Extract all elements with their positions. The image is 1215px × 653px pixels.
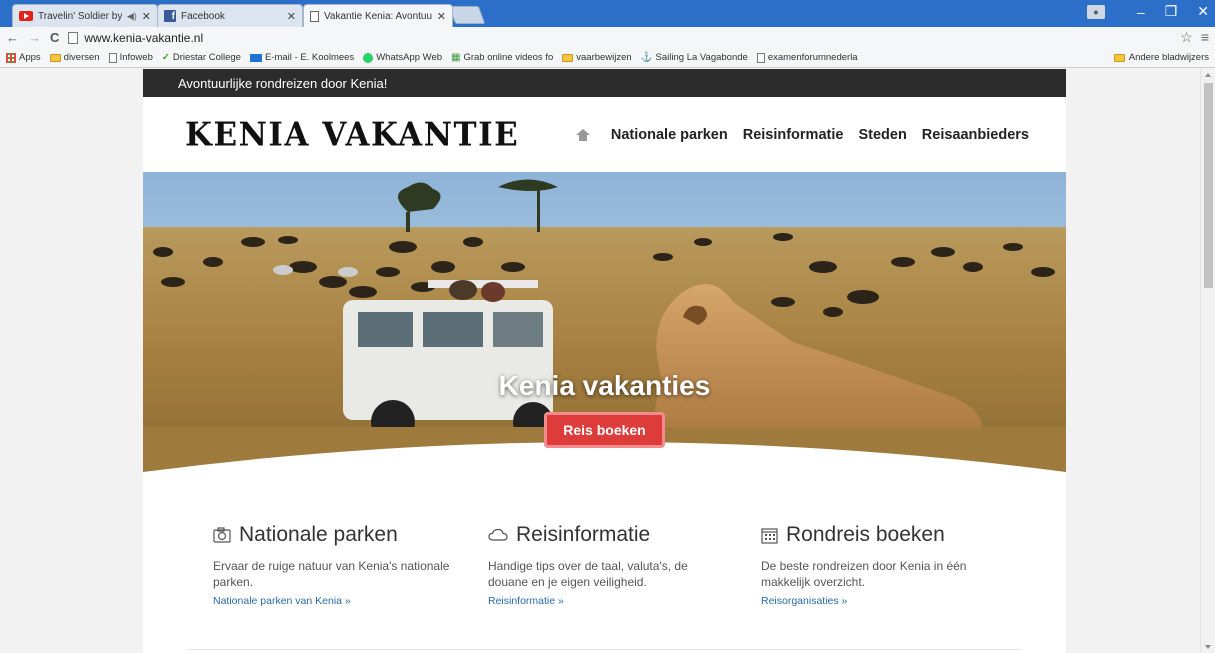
url-text: www.kenia-vakantie.nl xyxy=(84,30,204,45)
bookmark-diversen[interactable]: diversen xyxy=(49,52,100,63)
bookmark-grab-videos[interactable]: ▦ Grab online videos fo xyxy=(451,52,553,63)
tagline-bar: Avontuurlijke rondreizen door Kenia! xyxy=(143,69,1066,97)
youtube-icon xyxy=(19,11,33,21)
url-input[interactable]: www.kenia-vakantie.nl xyxy=(68,29,1171,47)
close-tab-icon[interactable]: ✕ xyxy=(287,10,296,23)
feature-title: Rondreis boeken xyxy=(786,523,945,546)
feature-national-parks: Nationale parken Ervaar de ruige natuur … xyxy=(213,522,453,607)
close-tab-icon[interactable]: ✕ xyxy=(437,10,446,23)
feature-travel-info: Reisinformatie Handige tips over de taal… xyxy=(488,522,728,607)
browser-tab-facebook[interactable]: f Facebook ✕ xyxy=(157,4,303,27)
bookmark-whatsapp[interactable]: WhatsApp Web xyxy=(363,52,442,63)
feature-description: De beste rondreizen door Kenia in één ma… xyxy=(761,559,967,589)
main-navigation: Nationale parken Reisinformatie Steden R… xyxy=(575,127,1029,143)
browser-tab-strip: Travelin' Soldier by the ◀) ✕ f Facebook… xyxy=(0,0,1215,27)
bookmark-vaarbewijzen[interactable]: vaarbewijzen xyxy=(562,52,632,63)
driestar-icon: ✓ xyxy=(161,52,170,63)
tab-title: Travelin' Soldier by the xyxy=(38,10,122,22)
feature-book-tour: Rondreis boeken De beste rondreizen door… xyxy=(761,522,1001,607)
mail-icon xyxy=(249,53,262,62)
browser-tab-youtube[interactable]: Travelin' Soldier by the ◀) ✕ xyxy=(12,4,158,27)
feature-title: Reisinformatie xyxy=(516,523,651,546)
document-icon xyxy=(108,52,117,63)
hero-banner: Kenia vakanties Reis boeken xyxy=(143,172,1066,480)
close-tab-icon[interactable]: ✕ xyxy=(142,10,151,23)
video-icon: ▦ xyxy=(451,52,461,63)
whatsapp-icon xyxy=(363,52,374,63)
page-viewport: Avontuurlijke rondreizen door Kenia! KEN… xyxy=(0,69,1215,653)
nav-reisinformatie[interactable]: Reisinformatie xyxy=(743,127,844,143)
bookmark-other[interactable]: Andere bladwijzers xyxy=(1113,52,1209,63)
site-header: KENIA VAKANTIE Nationale parken Reisinfo… xyxy=(143,97,1066,172)
folder-icon xyxy=(562,53,574,62)
website-container: Avontuurlijke rondreizen door Kenia! KEN… xyxy=(143,69,1066,653)
home-icon[interactable] xyxy=(575,128,590,141)
book-trip-button[interactable]: Reis boeken xyxy=(544,412,665,448)
hero-title: Kenia vakanties xyxy=(498,370,711,401)
folder-icon xyxy=(1113,53,1125,62)
forward-arrow-icon[interactable]: → xyxy=(28,30,41,45)
browser-tab-kenia-vakantie[interactable]: Vakantie Kenia: Avontuurl ✕ xyxy=(303,4,453,27)
scrollbar-thumb[interactable] xyxy=(1204,83,1213,288)
document-icon xyxy=(756,52,765,63)
bookmark-star-icon[interactable]: ☆ xyxy=(1180,29,1193,46)
tagline: Avontuurlijke rondreizen door Kenia! xyxy=(178,75,388,91)
scroll-up-icon[interactable] xyxy=(1205,73,1211,77)
calendar-icon xyxy=(761,527,778,544)
tab-title: Vakantie Kenia: Avontuurl xyxy=(324,10,432,22)
page-info-icon[interactable] xyxy=(68,31,79,44)
tour-operators-link[interactable]: Reisorganisaties » xyxy=(761,595,1001,607)
new-tab-button[interactable] xyxy=(448,6,486,24)
camera-icon xyxy=(213,527,231,543)
audio-icon[interactable]: ◀) xyxy=(127,11,137,22)
tab-title: Facebook xyxy=(181,10,225,22)
window-controls: ● – ❐ ✕ xyxy=(1086,3,1209,20)
national-parks-link[interactable]: Nationale parken van Kenia » xyxy=(213,595,453,607)
feature-description: Ervaar de ruige natuur van Kenia's natio… xyxy=(213,559,450,589)
folder-icon xyxy=(49,53,61,62)
bookmark-email[interactable]: E-mail - E. Koolmees xyxy=(249,52,354,63)
maximize-icon[interactable]: ❐ xyxy=(1165,3,1178,20)
site-logo[interactable]: KENIA VAKANTIE xyxy=(185,116,519,154)
vertical-scrollbar[interactable] xyxy=(1200,69,1215,653)
bookmark-sailing[interactable]: ⚓ Sailing La Vagabonde xyxy=(641,52,748,63)
nav-steden[interactable]: Steden xyxy=(858,127,906,143)
section-divider xyxy=(188,649,1021,650)
bookmarks-bar: Apps diversen Infoweb ✓ Driestar College … xyxy=(0,48,1215,68)
bookmark-driestar[interactable]: ✓ Driestar College xyxy=(162,52,241,63)
bookmark-infoweb[interactable]: Infoweb xyxy=(108,52,153,63)
minimize-icon[interactable]: – xyxy=(1137,4,1145,20)
bookmark-examenforum[interactable]: examenforumnederla xyxy=(756,52,858,63)
feature-description: Handige tips over de taal, valuta's, de … xyxy=(488,559,688,589)
bookmark-apps[interactable]: Apps xyxy=(6,52,41,63)
apps-icon xyxy=(6,52,16,63)
feature-title: Nationale parken xyxy=(239,523,398,546)
scroll-down-icon[interactable] xyxy=(1205,645,1211,649)
user-profile-icon[interactable]: ● xyxy=(1086,4,1105,19)
travel-info-link[interactable]: Reisinformatie » xyxy=(488,595,728,607)
facebook-icon: f xyxy=(164,10,176,22)
cloud-icon xyxy=(488,528,508,541)
menu-icon[interactable]: ≡ xyxy=(1201,29,1209,46)
back-arrow-icon[interactable]: ← xyxy=(6,30,19,45)
close-window-icon[interactable]: ✕ xyxy=(1197,3,1209,20)
address-bar: ← → C www.kenia-vakantie.nl ☆ ≡ xyxy=(0,27,1215,48)
reload-icon[interactable]: C xyxy=(50,30,59,45)
anchor-icon: ⚓ xyxy=(640,52,653,63)
document-icon xyxy=(310,10,319,22)
nav-reisaanbieders[interactable]: Reisaanbieders xyxy=(922,127,1029,143)
nav-nationale-parken[interactable]: Nationale parken xyxy=(611,127,728,143)
